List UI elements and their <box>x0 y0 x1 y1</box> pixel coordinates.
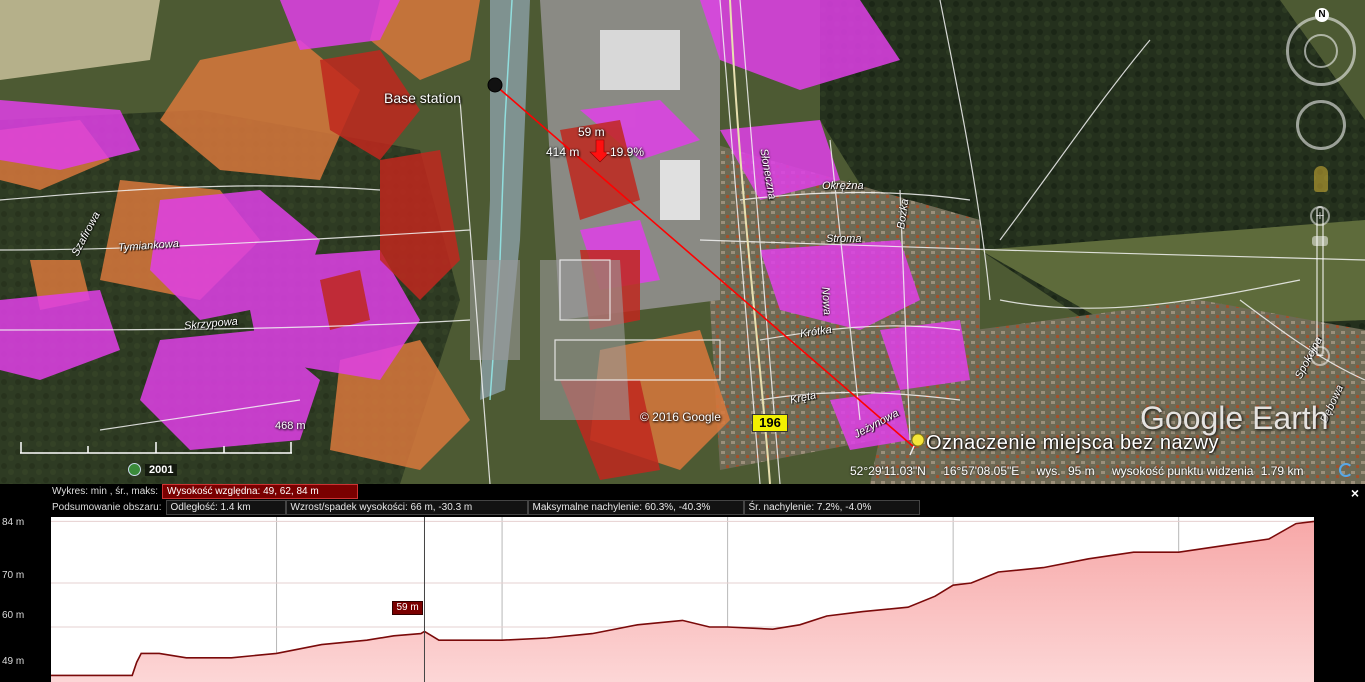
elevation-value: 95 m <box>1067 464 1095 478</box>
profile-summary-row: Wykres: min , śr., maks: Wysokość względ… <box>0 484 359 499</box>
imagery-year: 2001 <box>145 463 178 476</box>
elevation-label: wys. <box>1036 464 1061 478</box>
zoom-slider[interactable] <box>1316 206 1324 356</box>
elevation-chart[interactable]: 59 m <box>51 517 1314 682</box>
elevation-profile-panel: Wykres: min , śr., maks: Wysokość względ… <box>0 484 1365 682</box>
eye-altitude-value: 1.79 km <box>1260 464 1304 478</box>
profile-point-elevation: 59 m <box>578 125 605 139</box>
map-viewport[interactable]: Szafirowa Tymiankowa Skrzypowa Okrężna S… <box>0 0 1365 484</box>
area-summary-label: Podsumowanie obszaru: <box>52 502 162 513</box>
zoom-out-button[interactable]: − <box>1310 346 1330 366</box>
copyright-text: © 2016 Google <box>640 410 721 424</box>
latitude: 52°29'11.03"N <box>850 464 926 478</box>
clock-icon <box>128 463 141 476</box>
relative-elevation-cell: Wysokość względna: 49, 62, 84 m <box>162 484 359 499</box>
scale-label: 468 m <box>275 420 306 432</box>
close-button[interactable]: × <box>1351 485 1359 501</box>
cursor-elevation-tag: 59 m <box>392 601 423 615</box>
street-view-pegman-icon[interactable] <box>1314 166 1328 192</box>
eye-altitude-label: wysokość punktu widzenia <box>1112 464 1254 478</box>
street-label: Stroma <box>826 233 862 245</box>
y-tick-label: 84 m <box>2 517 25 528</box>
profile-point-slope: -19.9% <box>606 145 645 159</box>
street-label: Nowa <box>819 286 834 316</box>
loading-icon <box>1339 463 1353 477</box>
navigation-controls[interactable]: N + − <box>1282 6 1362 386</box>
y-tick-label: 60 m <box>2 610 25 621</box>
base-station-marker <box>487 77 503 93</box>
base-station-label[interactable]: Base station <box>384 90 461 106</box>
zoom-slider-handle[interactable] <box>1312 236 1328 246</box>
street-label: Okrężna <box>822 180 864 192</box>
zoom-in-button[interactable]: + <box>1310 206 1330 226</box>
elevation-area <box>51 521 1314 682</box>
scale-bar <box>20 442 292 454</box>
y-tick-label: 70 m <box>2 570 25 581</box>
longitude: 16°57'08.05"E <box>943 464 1020 478</box>
google-earth-logo: Google Earth <box>1140 400 1329 436</box>
distance-cell: Odległość: 1.4 km <box>165 500 286 515</box>
north-button[interactable]: N <box>1315 8 1329 22</box>
elevation-chart-svg <box>51 517 1314 682</box>
road-number-badge: 196 <box>752 414 788 432</box>
chart-stats-label: Wykres: min , śr., maks: <box>52 486 159 497</box>
historical-imagery-control[interactable]: 2001 <box>128 463 178 476</box>
area-summary-row: Podsumowanie obszaru: Odległość: 1.4 km … <box>0 500 920 515</box>
avg-slope-cell: Śr. nachylenie: 7.2%, -4.0% <box>743 500 920 515</box>
max-slope-cell: Maksymalne nachylenie: 60.3%, -40.3% <box>527 500 744 515</box>
y-tick-label: 49 m <box>2 656 25 667</box>
move-joystick[interactable] <box>1296 100 1346 150</box>
profile-point-distance: 414 m <box>546 145 580 159</box>
elevation-gain-loss-cell: Wzrost/spadek wysokości: 66 m, -30.3 m <box>285 500 528 515</box>
status-bar: 52°29'11.03"N 16°57'08.05"E wys. 95 m wy… <box>850 464 1309 478</box>
look-joystick[interactable] <box>1304 34 1338 68</box>
